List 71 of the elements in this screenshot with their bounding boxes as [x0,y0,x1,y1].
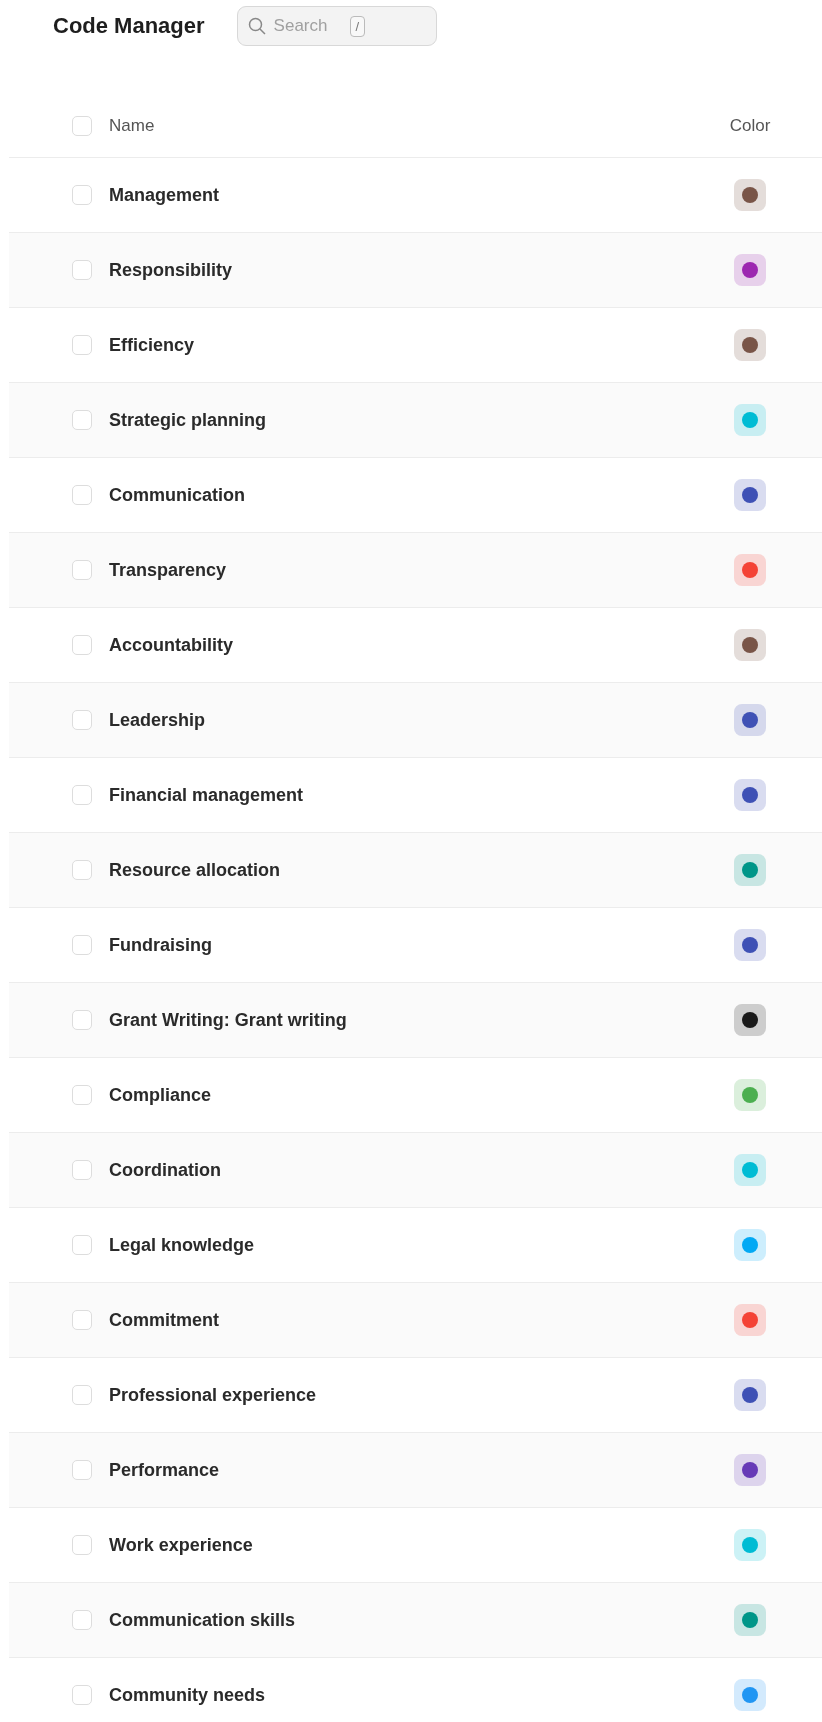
color-swatch[interactable] [734,329,766,361]
page-title: Code Manager [53,13,205,39]
color-swatch[interactable] [734,704,766,736]
row-checkbox[interactable] [72,1160,92,1180]
color-swatch[interactable] [734,1079,766,1111]
row-checkbox[interactable] [72,860,92,880]
column-header: Color [728,116,772,136]
code-name: Fundraising [109,934,213,956]
color-swatch[interactable] [734,1379,766,1411]
row-checkbox[interactable] [72,935,92,955]
color-swatch[interactable] [734,404,766,436]
code-name: Grant Writing: Grant writing [109,1009,348,1031]
code-name: Compliance [109,1084,213,1106]
color-swatch[interactable] [734,854,766,886]
code-name: Communication skills [109,1609,297,1631]
row-checkbox[interactable] [72,1310,92,1330]
row-checkbox[interactable] [72,335,92,355]
color-swatch[interactable] [734,1529,766,1561]
color-swatch[interactable] [734,479,766,511]
color-swatch[interactable] [734,1604,766,1636]
color-swatch[interactable] [734,779,766,811]
row-checkbox[interactable] [72,485,92,505]
code-name: Communication [109,484,246,506]
code-name: Coordination [109,1159,222,1181]
code-name: Legal knowledge [109,1234,256,1256]
code-name: Commitment [109,1309,220,1331]
search-field[interactable]: Search / [236,6,437,46]
code-name: Strategic planning [109,409,268,431]
color-swatch[interactable] [734,179,766,211]
color-swatch[interactable] [734,254,766,286]
color-swatch[interactable] [734,629,766,661]
code-name: Management [109,184,221,206]
code-name: Efficiency [109,334,196,356]
column-header: Name [109,116,156,136]
code-name: Leadership [109,709,207,731]
row-checkbox[interactable] [72,560,92,580]
code-name: Accountability [109,634,234,656]
row-checkbox[interactable] [72,1235,92,1255]
color-swatch[interactable] [734,929,766,961]
color-swatch[interactable] [734,1679,766,1711]
color-swatch[interactable] [734,1154,766,1186]
code-name: Work experience [109,1534,254,1556]
row-checkbox[interactable] [72,1535,92,1555]
row-checkbox[interactable] [72,635,92,655]
color-swatch[interactable] [734,554,766,586]
row-checkbox[interactable] [72,710,92,730]
select-all-checkbox[interactable] [72,116,92,136]
search-icon [247,17,266,35]
row-checkbox[interactable] [72,1610,92,1630]
color-swatch[interactable] [734,1454,766,1486]
color-swatch[interactable] [734,1004,766,1036]
row-checkbox[interactable] [72,1460,92,1480]
row-checkbox[interactable] [72,1385,92,1405]
row-checkbox[interactable] [72,410,92,430]
code-name: Responsibility [109,259,234,281]
row-checkbox[interactable] [72,1685,92,1705]
color-swatch[interactable] [734,1229,766,1261]
code-name: Professional experience [109,1384,318,1406]
shortcut-key: / [349,15,366,37]
code-name: Resource allocation [109,859,282,881]
row-checkbox[interactable] [72,185,92,205]
search-input[interactable]: Search [273,16,342,36]
row-checkbox[interactable] [72,785,92,805]
code-name: Financial management [109,784,305,806]
row-checkbox[interactable] [72,1010,92,1030]
row-checkbox[interactable] [72,260,92,280]
code-name: Performance [109,1459,221,1481]
code-name: Community needs [109,1684,267,1706]
row-checkbox[interactable] [72,1085,92,1105]
color-swatch[interactable] [734,1304,766,1336]
code-name: Transparency [109,559,228,581]
